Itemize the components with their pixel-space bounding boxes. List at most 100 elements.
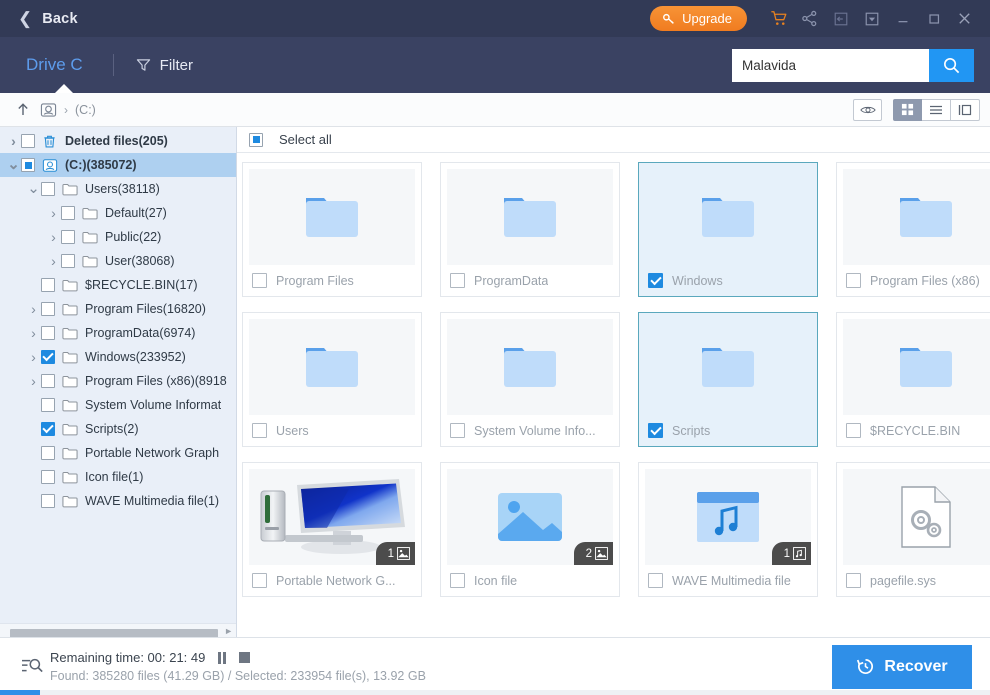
tree-item[interactable]: ›Program Files(16820)	[0, 297, 236, 321]
maximize-icon[interactable]	[918, 4, 949, 34]
breadcrumb-path[interactable]: (C:)	[75, 103, 96, 117]
tree-item-checkbox[interactable]	[21, 158, 35, 172]
tile-checkbox[interactable]	[846, 573, 861, 588]
minimize-to-tray-icon[interactable]	[856, 4, 887, 34]
file-tile[interactable]: Scripts	[638, 312, 818, 447]
tree-item-checkbox[interactable]	[41, 182, 55, 196]
tree-item[interactable]: ›Default(27)	[0, 201, 236, 225]
tree-item-checkbox[interactable]	[21, 134, 35, 148]
tree-item-checkbox[interactable]	[41, 374, 55, 388]
tree-item[interactable]: ⌄(C:)(385072)	[0, 153, 236, 177]
tree-item[interactable]: ⌄Users(38118)	[0, 177, 236, 201]
tree-item[interactable]: ›Deleted files(205)	[0, 129, 236, 153]
tree-item-checkbox[interactable]	[61, 230, 75, 244]
tree-item[interactable]: ›Public(22)	[0, 225, 236, 249]
file-tile[interactable]: $RECYCLE.BIN	[836, 312, 990, 447]
tree-item[interactable]: ›Windows(233952)	[0, 345, 236, 369]
recover-button[interactable]: Recover	[832, 645, 972, 689]
tree-item[interactable]: ›Program Files (x86)(8918	[0, 369, 236, 393]
chevron-down-icon[interactable]: ⌄	[26, 187, 41, 191]
file-tile[interactable]: Program Files (x86)	[836, 162, 990, 297]
grid-view-icon[interactable]	[893, 99, 922, 121]
tile-checkbox[interactable]	[252, 273, 267, 288]
tree-item-checkbox[interactable]	[61, 206, 75, 220]
tree-item-checkbox[interactable]	[41, 350, 55, 364]
tree-item[interactable]: Portable Network Graph	[0, 441, 236, 465]
tile-checkbox[interactable]	[846, 423, 861, 438]
tile-checkbox[interactable]	[252, 423, 267, 438]
minimize-icon[interactable]	[887, 4, 918, 34]
chevron-right-icon[interactable]: ›	[26, 301, 41, 317]
tile-checkbox[interactable]	[648, 573, 663, 588]
chevron-right-icon[interactable]: ›	[46, 205, 61, 221]
file-tile[interactable]: pagefile.sys	[836, 462, 990, 597]
chevron-right-icon[interactable]: ›	[26, 325, 41, 341]
tile-checkbox[interactable]	[846, 273, 861, 288]
folder-icon	[62, 278, 79, 292]
tree-item-checkbox[interactable]	[41, 494, 55, 508]
tile-checkbox[interactable]	[450, 573, 465, 588]
tile-checkbox[interactable]	[450, 423, 465, 438]
preview-eye-icon[interactable]	[853, 99, 882, 121]
tree-item-checkbox[interactable]	[41, 278, 55, 292]
tree-item-checkbox[interactable]	[41, 398, 55, 412]
search-button[interactable]	[929, 49, 974, 82]
tree-item[interactable]: ›ProgramData(6974)	[0, 321, 236, 345]
select-all-row[interactable]: Select all	[237, 127, 990, 153]
tree-item-checkbox[interactable]	[41, 446, 55, 460]
tree-item[interactable]: Scripts(2)	[0, 417, 236, 441]
chevron-right-icon[interactable]: ›	[26, 349, 41, 365]
tree-item-checkbox[interactable]	[41, 302, 55, 316]
file-tile[interactable]: 2Icon file	[440, 462, 620, 597]
chevron-right-icon[interactable]: ›	[46, 253, 61, 269]
tree-item-checkbox[interactable]	[41, 422, 55, 436]
tree-item[interactable]: WAVE Multimedia file(1)	[0, 489, 236, 513]
file-tile[interactable]: 1WAVE Multimedia file	[638, 462, 818, 597]
tile-checkbox[interactable]	[648, 423, 663, 438]
file-tile[interactable]: Users	[242, 312, 422, 447]
tree-item-checkbox[interactable]	[41, 326, 55, 340]
chevron-right-icon[interactable]: ›	[46, 229, 61, 245]
tree-item[interactable]: ›User(38068)	[0, 249, 236, 273]
chevron-down-icon[interactable]: ⌄	[6, 163, 21, 167]
back-button[interactable]: ❮ Back	[18, 10, 78, 27]
file-tile[interactable]: ProgramData	[440, 162, 620, 297]
tree-item[interactable]: Icon file(1)	[0, 465, 236, 489]
tile-checkbox[interactable]	[252, 573, 267, 588]
file-tile[interactable]: Program Files	[242, 162, 422, 297]
file-tile[interactable]: System Volume Info...	[440, 312, 620, 447]
arrow-up-icon[interactable]	[12, 102, 34, 117]
detail-view-icon[interactable]	[951, 99, 980, 121]
window-controls	[763, 4, 980, 34]
feedback-icon[interactable]	[825, 4, 856, 34]
found-label: Found: 385280 files (41.29 GB) / Selecte…	[50, 669, 426, 683]
cart-icon[interactable]	[763, 4, 794, 34]
upgrade-button[interactable]: Upgrade	[650, 6, 747, 31]
tree-item[interactable]: $RECYCLE.BIN(17)	[0, 273, 236, 297]
select-all-checkbox[interactable]	[249, 133, 263, 147]
share-icon[interactable]	[794, 4, 825, 34]
close-icon[interactable]	[949, 4, 980, 34]
breadcrumb-bar: › (C:)	[0, 93, 990, 127]
tree-item[interactable]: System Volume Informat	[0, 393, 236, 417]
file-tile[interactable]: 1Portable Network G...	[242, 462, 422, 597]
breadcrumb-drive[interactable]	[40, 102, 57, 118]
stop-icon[interactable]	[239, 652, 250, 663]
tree-item-checkbox[interactable]	[41, 470, 55, 484]
file-thumbnail	[843, 319, 990, 415]
scroll-right-arrow-icon[interactable]: ►	[224, 626, 233, 636]
tree-horizontal-scrollbar[interactable]: ►	[0, 623, 236, 637]
tile-checkbox[interactable]	[648, 273, 663, 288]
file-tile[interactable]: Windows	[638, 162, 818, 297]
pause-icon[interactable]	[218, 652, 226, 664]
chevron-right-icon[interactable]: ›	[6, 133, 21, 149]
tree-item-checkbox[interactable]	[61, 254, 75, 268]
grid-scroll-area[interactable]: Program FilesProgramDataWindowsProgram F…	[237, 153, 990, 637]
list-view-icon[interactable]	[922, 99, 951, 121]
tile-checkbox[interactable]	[450, 273, 465, 288]
drive-tab[interactable]: Drive C	[18, 55, 91, 75]
chevron-right-icon[interactable]: ›	[26, 373, 41, 389]
folder-thumb-icon	[694, 189, 762, 245]
filter-button[interactable]: Filter	[136, 57, 193, 74]
search-input[interactable]	[732, 49, 929, 82]
